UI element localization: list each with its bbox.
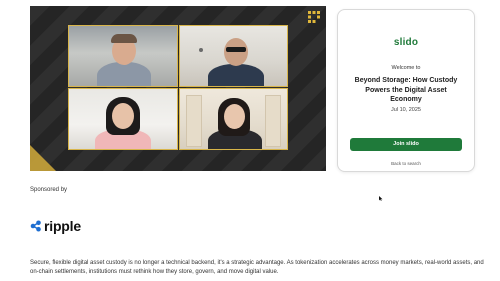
participant-grid — [68, 25, 288, 150]
event-title: Beyond Storage: How Custody Powers the D… — [354, 77, 458, 103]
gold-corner-decoration — [30, 145, 56, 171]
slido-logo: slido — [393, 37, 419, 48]
participant-tile-2[interactable] — [178, 25, 288, 87]
sunglasses-icon — [225, 47, 246, 52]
ripple-mark-icon — [30, 220, 41, 232]
back-to-search-link[interactable]: Back to search — [338, 161, 474, 166]
sponsored-by-label: Sponsored by — [30, 187, 68, 193]
shelf-decoration — [265, 95, 281, 147]
join-slido-button[interactable]: Join slido — [350, 138, 462, 151]
page: slido Welcome to Beyond Storage: How Cus… — [0, 0, 500, 281]
ripple-wordmark: ripple — [44, 218, 81, 234]
mouse-cursor-icon — [379, 196, 383, 201]
participant-head — [223, 38, 248, 66]
slido-card: slido Welcome to Beyond Storage: How Cus… — [337, 9, 475, 172]
participant-body — [207, 64, 264, 86]
wall-light-icon — [198, 48, 203, 52]
welcome-text: Welcome to — [391, 65, 421, 71]
participant-tile-1[interactable] — [68, 25, 178, 87]
participant-hair — [111, 34, 137, 43]
participant-head — [112, 103, 134, 129]
event-description: Secure, flexible digital asset custody i… — [30, 260, 484, 275]
shelf-decoration — [185, 95, 202, 147]
participant-body — [97, 62, 151, 86]
ripple-logo[interactable]: ripple — [30, 219, 81, 233]
event-date: Jul 10, 2025 — [391, 107, 421, 113]
participant-tile-3[interactable] — [68, 88, 178, 150]
video-stage[interactable] — [30, 6, 326, 171]
participant-head — [223, 104, 245, 129]
grid-logo-icon — [308, 11, 320, 23]
participant-tile-4[interactable] — [178, 88, 288, 150]
